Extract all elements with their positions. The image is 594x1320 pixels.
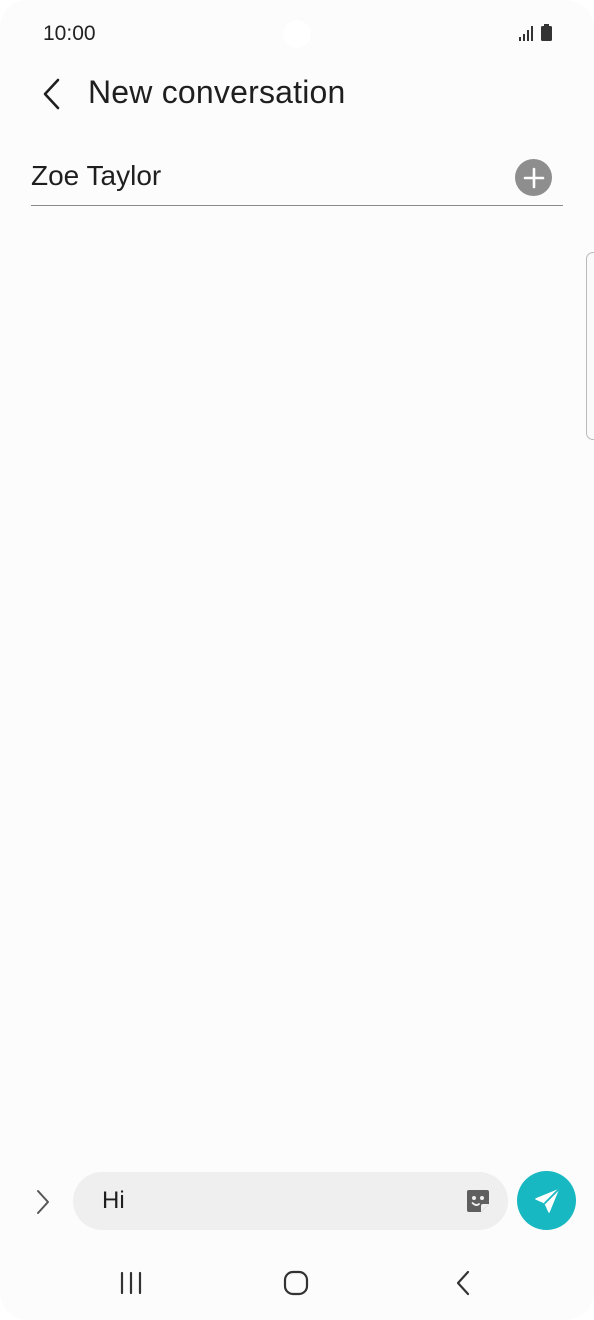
recipient-field[interactable]: Zoe Taylor xyxy=(31,160,161,192)
recent-apps-icon xyxy=(120,1271,142,1295)
message-input-container xyxy=(73,1172,508,1230)
send-icon xyxy=(534,1188,559,1213)
back-button[interactable] xyxy=(30,72,74,116)
send-button[interactable] xyxy=(517,1171,576,1230)
signal-icon xyxy=(519,26,533,41)
edge-panel-handle[interactable] xyxy=(586,252,594,440)
sticker-icon xyxy=(467,1190,489,1212)
nav-home-button[interactable] xyxy=(275,1262,317,1304)
nav-back-button[interactable] xyxy=(442,1262,484,1304)
camera-cutout xyxy=(283,20,311,48)
nav-recent-apps-button[interactable] xyxy=(110,1262,152,1304)
chevron-right-icon xyxy=(37,1190,49,1214)
sticker-button[interactable] xyxy=(464,1187,492,1215)
message-input[interactable] xyxy=(102,1172,442,1230)
add-recipient-button[interactable] xyxy=(515,159,552,196)
home-icon xyxy=(283,1270,309,1296)
battery-icon xyxy=(541,24,552,41)
status-time: 10:00 xyxy=(43,22,96,45)
expand-options-button[interactable] xyxy=(28,1182,58,1222)
recipient-divider xyxy=(31,205,563,206)
messages-screen: 10:00 New conversation Zoe Taylor xyxy=(0,0,594,1320)
plus-icon xyxy=(523,167,544,188)
back-icon xyxy=(456,1270,470,1296)
chevron-left-icon xyxy=(43,78,60,110)
page-title: New conversation xyxy=(88,74,346,110)
status-icons xyxy=(518,24,552,41)
